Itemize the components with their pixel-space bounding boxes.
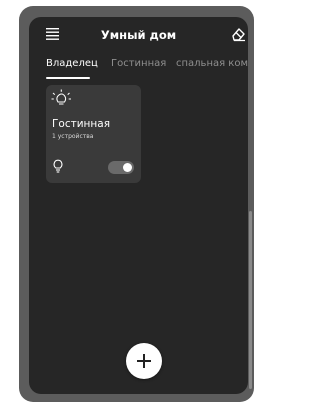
scrollbar[interactable] <box>249 211 252 389</box>
room-card[interactable]: Гостинная 1 устройства <box>46 85 141 183</box>
room-card-device-count: 1 устройства <box>52 133 94 140</box>
app-header: Умный дом <box>29 17 248 53</box>
room-card-title: Гостинная <box>52 118 111 130</box>
page-title: Умный дом <box>100 28 177 42</box>
light-toggle[interactable] <box>108 161 134 174</box>
light-bulb-icon <box>53 159 63 173</box>
bulb-icon <box>51 89 71 105</box>
tab-indicator <box>46 77 90 79</box>
app-screen: Умный дом Владелец Гостинная спальная ко… <box>29 17 248 394</box>
add-button[interactable] <box>126 343 162 379</box>
tab-bedroom[interactable]: спальная комнат <box>176 58 248 69</box>
tab-owner[interactable]: Владелец <box>46 58 98 69</box>
eraser-icon[interactable] <box>230 26 246 42</box>
room-tabs: Владелец Гостинная спальная комнат <box>29 57 248 81</box>
plus-icon <box>137 354 151 368</box>
tab-living-room[interactable]: Гостинная <box>111 58 166 69</box>
toggle-knob <box>123 163 132 172</box>
